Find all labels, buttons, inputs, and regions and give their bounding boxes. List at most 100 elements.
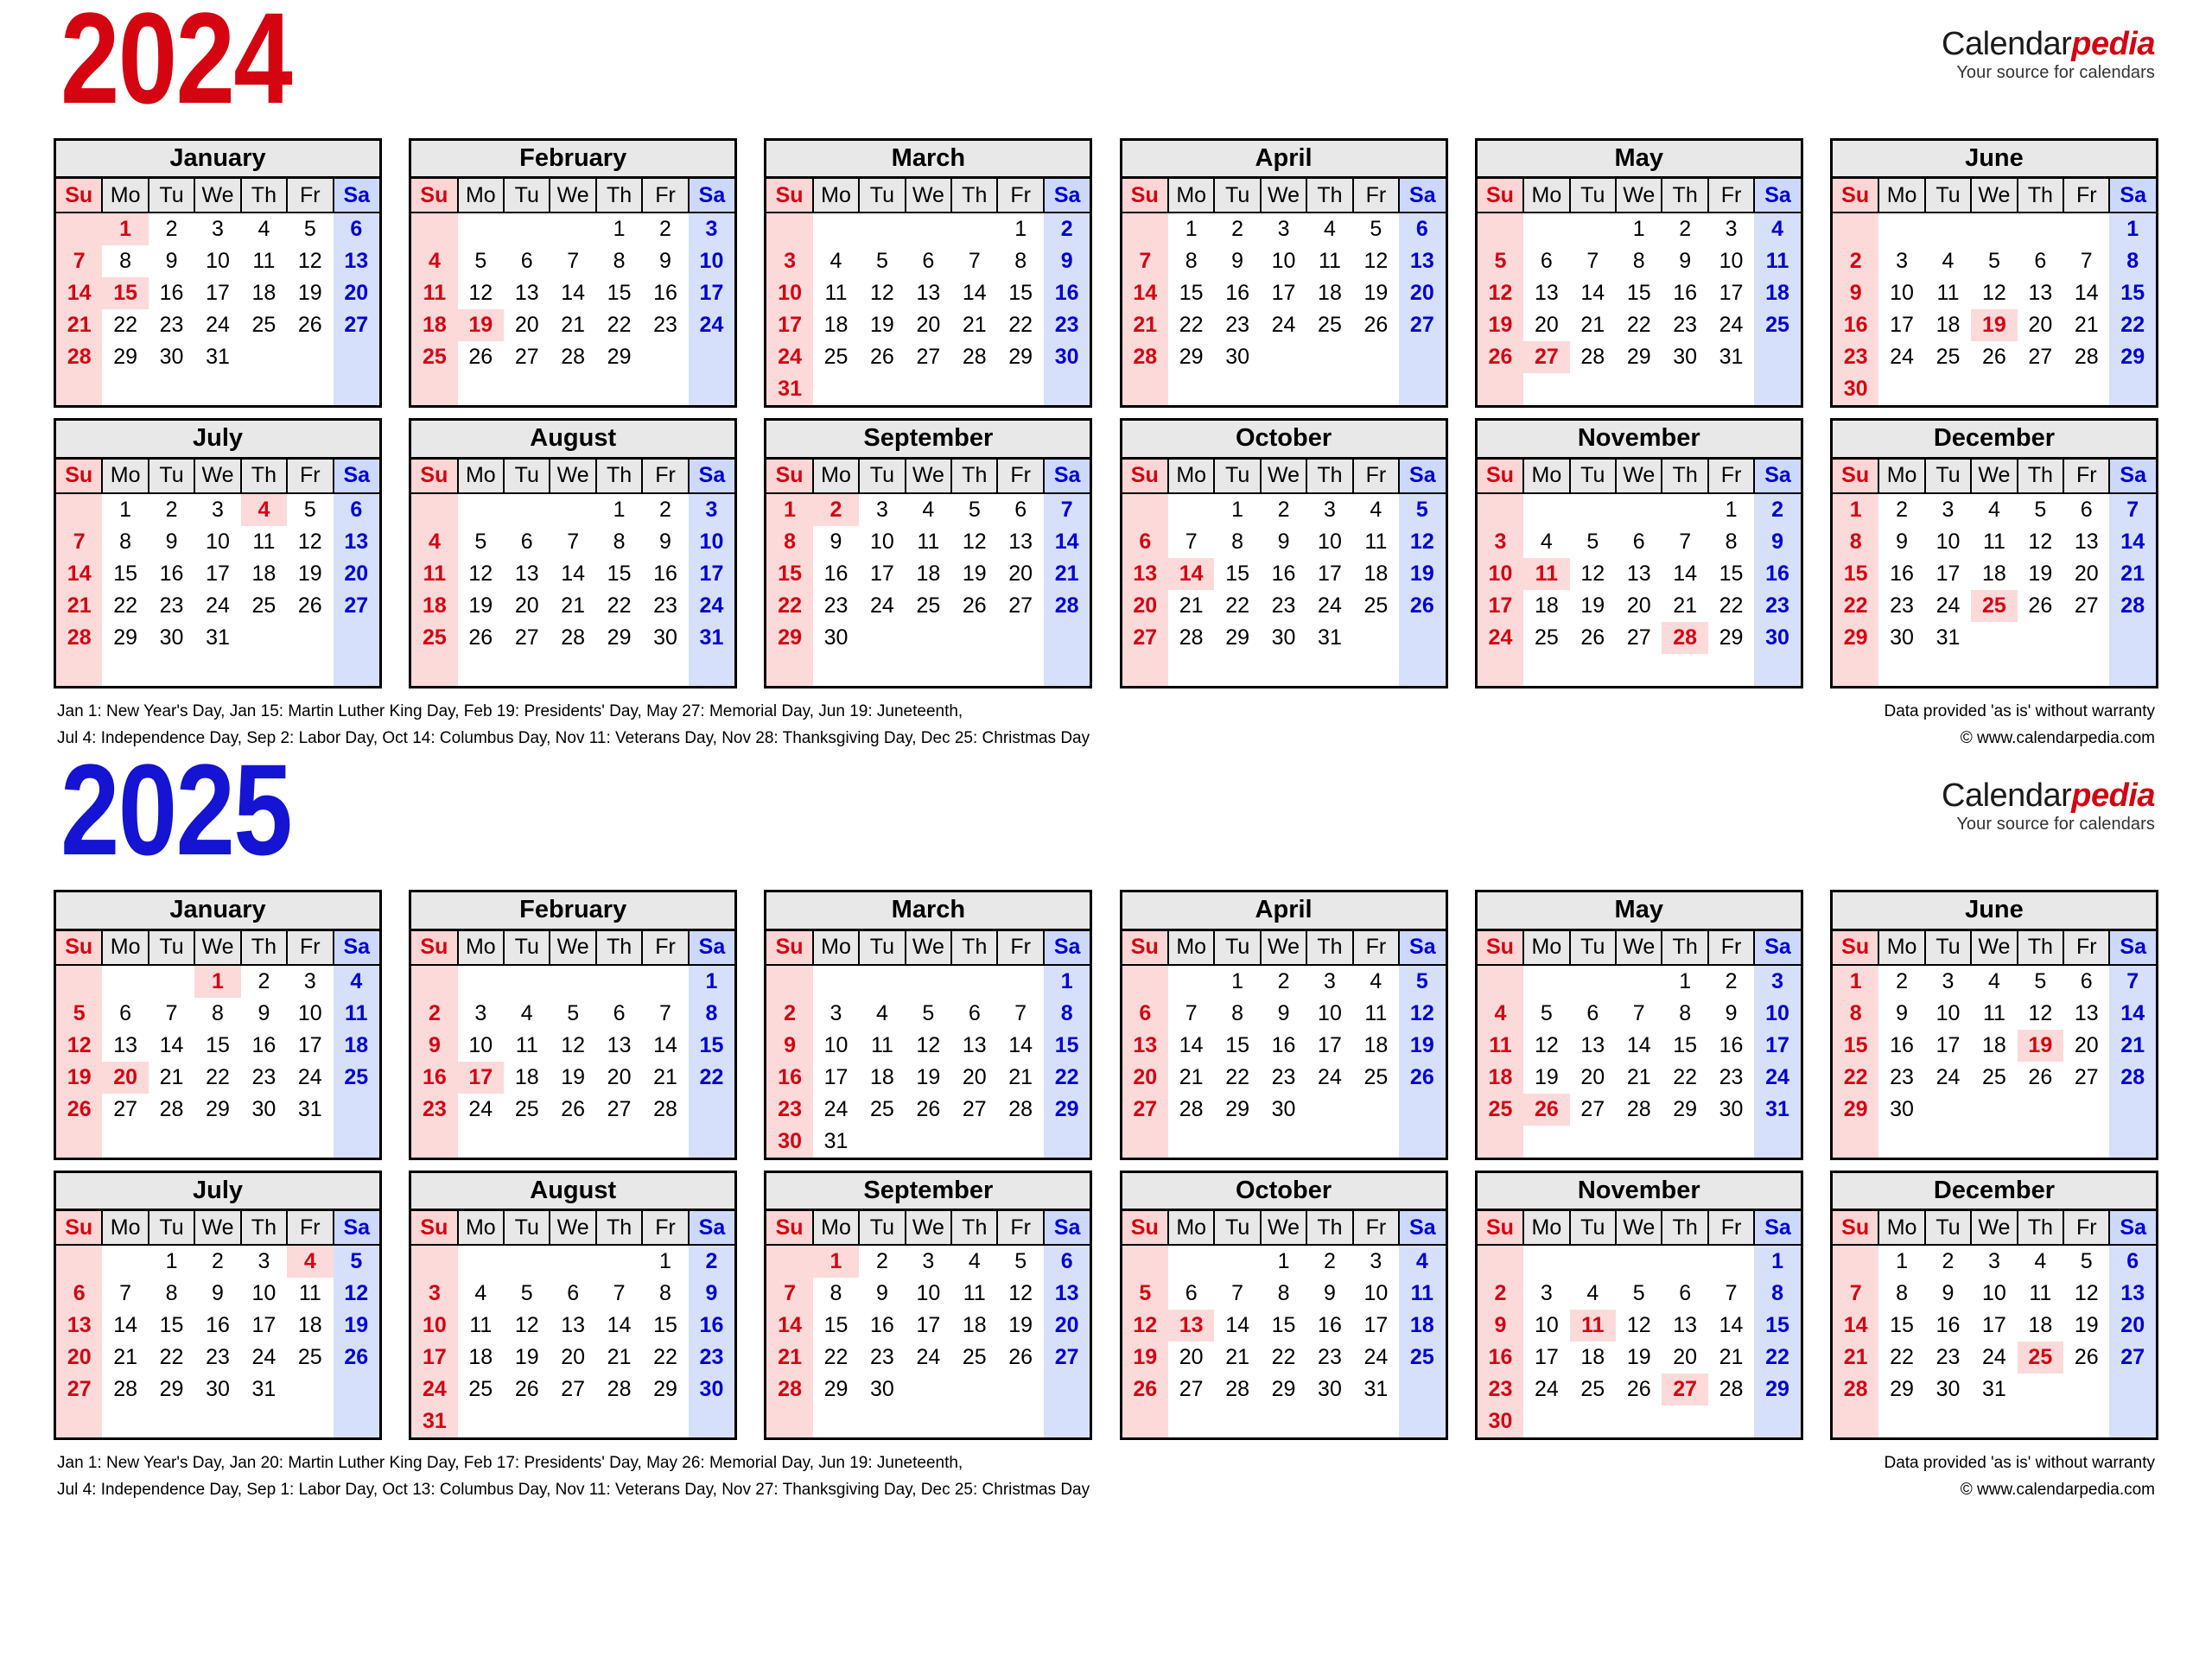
day-cell-24: 24 [206, 313, 230, 338]
weekday-header-mo: Mo [456, 459, 505, 494]
day-cell [951, 373, 997, 405]
weekday-header-sa: Sa [2108, 1211, 2156, 1247]
day-cell-30: 30 [1936, 1377, 1961, 1402]
week-row: 24 25 26 27 28 29 30 [411, 1374, 735, 1406]
day-cell-31: 31 [1936, 625, 1961, 650]
weekday-header-we: We [1259, 179, 1308, 214]
day-cell-24: 24 [688, 589, 735, 622]
day-cell-27: 27 [561, 1377, 586, 1402]
month-grid: Su Mo Tu We Th Fr Sa 1 2 3 4 5 6 7 8 9 10 11 12 13 14 15 16 17… [766, 1211, 1090, 1438]
weekday-header-mo: Mo [456, 1211, 505, 1247]
day-cell-3: 3 [257, 1249, 270, 1274]
day-cell-21: 21 [1719, 1345, 1744, 1370]
day-cell-28: 28 [1832, 1374, 1879, 1406]
day-cell [149, 654, 194, 686]
day-cell-24: 24 [251, 1345, 276, 1370]
month-title: April [1122, 892, 1446, 931]
day-cell [241, 341, 287, 373]
day-cell-24: 24 [870, 593, 894, 618]
weekday-header-sa: Sa [332, 930, 379, 966]
day-cell-20: 20 [1122, 589, 1168, 622]
months-row-2: July Su Mo Tu We Th Fr Sa 1 2 3 4 5 6 7 8 9 10 11 12 13 14 15… [54, 1170, 2158, 1441]
day-cell-19: 19 [297, 281, 322, 306]
day-cell-11: 11 [515, 1032, 538, 1057]
weekday-header-tu: Tu [503, 930, 551, 966]
day-cell [2109, 1125, 2156, 1158]
day-cell [550, 1126, 595, 1158]
day-cell [813, 965, 859, 998]
day-cell-13: 13 [1122, 557, 1168, 590]
day-cell-7: 7 [1043, 492, 1090, 526]
week-row: 123456 [56, 213, 379, 246]
month-title: April [1122, 141, 1446, 180]
day-cell-17: 17 [297, 1032, 322, 1057]
day-cell-2: 2 [1324, 1249, 1336, 1274]
day-cell-7: 7 [567, 249, 580, 274]
month-grid: Su Mo Tu We Th Fr Sa 1 2 3 4 5 6 7 8 9 10 11 12 13 14 15 16 17… [1477, 459, 1801, 686]
weekday-header-tu: Tu [1923, 930, 1973, 966]
day-cell-12: 12 [2028, 529, 2053, 554]
logo-calendar-text: Calendar [1942, 26, 2072, 62]
day-cell-29: 29 [1626, 345, 1651, 370]
day-cell-10: 10 [206, 529, 230, 554]
day-cell [550, 654, 595, 686]
day-cell-26: 26 [1399, 1061, 1446, 1094]
day-cell-15: 15 [1225, 1032, 1250, 1057]
week-row: 11 12 13 14 15 16 17 [411, 557, 735, 590]
weekday-header-th: Th [1661, 930, 1709, 966]
week-row: 14 15 16 17 18 19 20 [56, 277, 379, 310]
day-cell [504, 373, 550, 405]
day-cell-1: 1 [688, 964, 735, 998]
weekday-header-fr: Fr [2063, 459, 2111, 494]
day-cell-7: 7 [1632, 1000, 1645, 1025]
day-cell-25: 25 [251, 593, 276, 618]
week-row: 28 29 30 31 [56, 621, 379, 654]
day-cell-18: 18 [1363, 561, 1389, 586]
day-cell-30: 30 [159, 345, 184, 370]
day-cell [1306, 1126, 1352, 1158]
day-cell-2: 2 [1277, 968, 1290, 993]
month-grid: Su Mo Tu We Th Fr Sa 1 2 3 4 5 6 7 8 9 10 11 12 13 14 15 16 17… [411, 179, 735, 406]
day-cell-17: 17 [251, 1313, 276, 1338]
weekday-header-th: Th [239, 459, 289, 494]
day-cell-15: 15 [206, 1032, 230, 1057]
day-cell [813, 373, 859, 405]
day-cell-12: 12 [2028, 1000, 2053, 1025]
day-cell-30: 30 [823, 625, 849, 650]
week-row: 13 14 15 16 17 18 19 [1122, 1029, 1446, 1062]
day-cell [1925, 1405, 1971, 1437]
weekday-header-row: Su Mo Tu We Th Fr Sa [1122, 179, 1446, 214]
month-block-december: December Su Mo Tu We Th Fr Sa 1 2 3 4 5 6 7 8 9 10 11 12 13… [1829, 1170, 2158, 1441]
day-cell [642, 654, 688, 686]
week-row: 19 20 21 22 23 24 25 [56, 1061, 379, 1094]
week-row: 21 22 23 24 25 26 27 [56, 309, 379, 342]
copyright-link[interactable]: © www.calendarpedia.com [1884, 726, 2155, 752]
day-cell-23: 23 [1043, 309, 1090, 342]
day-cell [1523, 373, 1569, 405]
day-cell-22: 22 [607, 593, 632, 618]
day-cell-14: 14 [1167, 557, 1215, 590]
day-cell [56, 1405, 103, 1438]
day-cell [1523, 493, 1569, 526]
day-cell-20: 20 [2074, 1032, 2099, 1057]
day-cell-20: 20 [1534, 313, 1559, 338]
day-cell-1: 1 [1725, 497, 1738, 522]
week-row: 12 [411, 1245, 735, 1278]
copyright-link[interactable]: © www.calendarpedia.com [1884, 1477, 2155, 1504]
day-cell [550, 1405, 595, 1437]
day-cell-12: 12 [468, 281, 493, 306]
day-cell-19: 19 [561, 1064, 586, 1089]
weekday-header-su: Su [1832, 1211, 1880, 1247]
day-cell-30: 30 [206, 1377, 230, 1402]
day-cell-24: 24 [1754, 1061, 1801, 1094]
weekday-header-mo: Mo [101, 1211, 149, 1247]
day-cell [1971, 622, 2017, 654]
week-row: 14 15 16 17 18 19 20 [1832, 1310, 2156, 1342]
weekday-header-we: We [549, 930, 597, 966]
day-cell-13: 13 [2109, 1278, 2156, 1310]
weekday-header-we: We [194, 179, 242, 214]
weekday-header-we: We [904, 1211, 953, 1247]
day-cell-23: 23 [1477, 1374, 1524, 1406]
weekday-header-su: Su [411, 930, 459, 966]
month-grid: Su Mo Tu We Th Fr Sa 1 2 3 4 5 6 7 8 9 10 11 12 13 14 15 16 17 1… [1832, 930, 2156, 1158]
